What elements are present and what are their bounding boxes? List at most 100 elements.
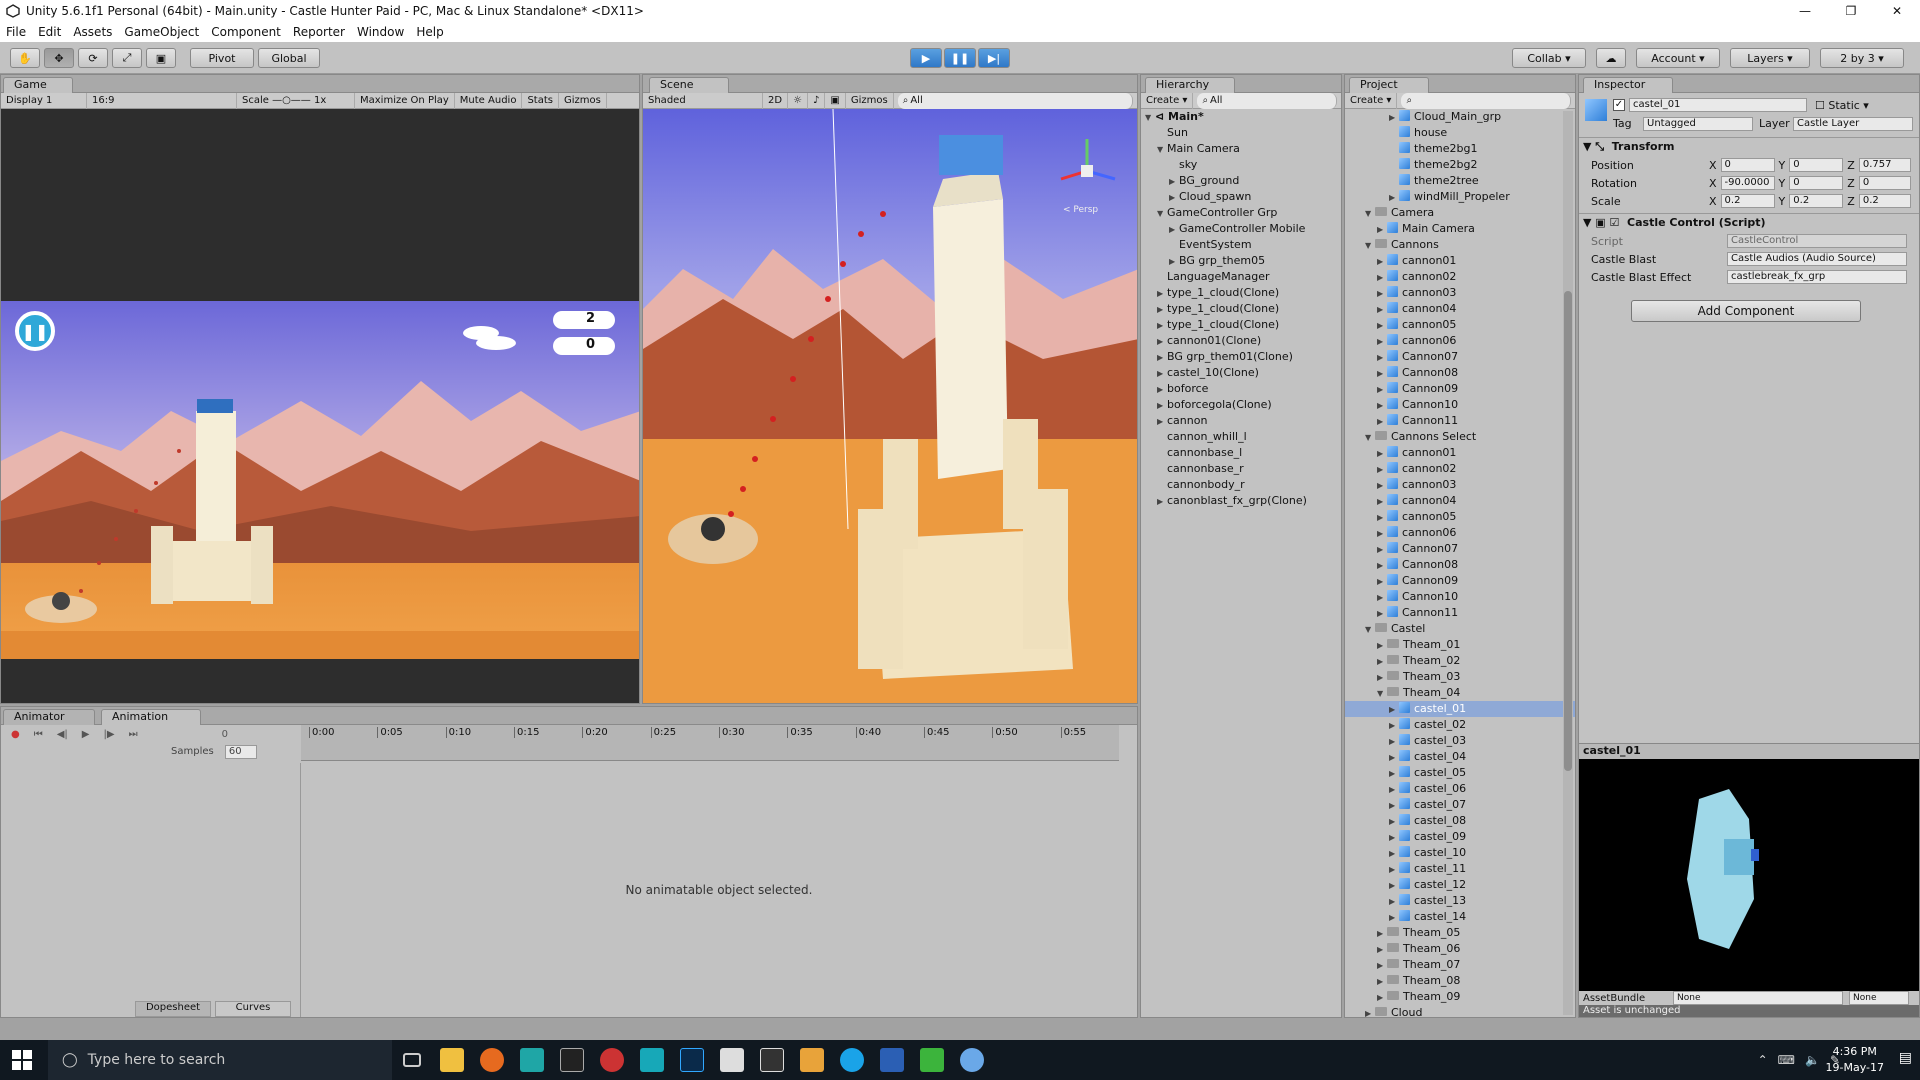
expand-arrow-icon[interactable]: ▼ bbox=[1365, 622, 1375, 638]
expand-arrow-icon[interactable]: ▼ bbox=[1157, 206, 1167, 222]
hierarchy-item[interactable]: EventSystem bbox=[1141, 237, 1341, 253]
taskbar-search-box[interactable]: ◯ Type here to search bbox=[48, 1040, 392, 1080]
layers-dropdown[interactable]: Layers ▾ bbox=[1730, 48, 1810, 68]
project-item[interactable]: ▶ Cannon10 bbox=[1345, 397, 1575, 413]
hierarchy-item[interactable]: ▶ BG_ground bbox=[1141, 173, 1341, 189]
expand-arrow-icon[interactable]: ▶ bbox=[1157, 414, 1167, 430]
expand-arrow-icon[interactable]: ▶ bbox=[1377, 574, 1387, 590]
expand-arrow-icon[interactable]: ▼ bbox=[1365, 238, 1375, 254]
expand-arrow-icon[interactable]: ▶ bbox=[1377, 926, 1387, 942]
scene-viewport[interactable] bbox=[643, 109, 1138, 704]
project-item[interactable]: ▶ castel_13 bbox=[1345, 893, 1575, 909]
hierarchy-item[interactable]: ▼ GameController Grp bbox=[1141, 205, 1341, 221]
restore-button[interactable]: ❐ bbox=[1828, 0, 1874, 22]
tab-hierarchy[interactable]: Hierarchy bbox=[1145, 77, 1235, 93]
media-player-icon[interactable] bbox=[792, 1040, 832, 1080]
minimize-button[interactable]: — bbox=[1782, 0, 1828, 22]
expand-arrow-icon[interactable]: ▶ bbox=[1377, 654, 1387, 670]
tab-animation[interactable]: Animation bbox=[101, 709, 201, 725]
active-checkbox[interactable]: ✓ bbox=[1613, 99, 1625, 111]
rotation-x-field[interactable]: -90.0000 bbox=[1720, 176, 1775, 190]
anim-play-icon[interactable]: ▶ bbox=[82, 729, 90, 740]
notifications-icon[interactable]: ▤ bbox=[1899, 1050, 1912, 1066]
expand-arrow-icon[interactable]: ▶ bbox=[1389, 862, 1399, 878]
project-item[interactable]: ▶ castel_10 bbox=[1345, 845, 1575, 861]
project-item[interactable]: ▶ cannon06 bbox=[1345, 525, 1575, 541]
menu-assets[interactable]: Assets bbox=[67, 25, 118, 39]
expand-arrow-icon[interactable]: ▶ bbox=[1169, 254, 1179, 270]
word-icon[interactable] bbox=[872, 1040, 912, 1080]
first-key-icon[interactable]: ⏮ bbox=[34, 729, 43, 740]
project-item[interactable]: ▶ Theam_09 bbox=[1345, 989, 1575, 1005]
layer-dropdown[interactable]: Castle Layer bbox=[1793, 117, 1913, 131]
hierarchy-item[interactable]: ▶ type_1_cloud(Clone) bbox=[1141, 301, 1341, 317]
hierarchy-create-button[interactable]: Create ▾ bbox=[1141, 92, 1194, 109]
hierarchy-item[interactable]: ▶ cannon bbox=[1141, 413, 1341, 429]
project-item[interactable]: ▶ castel_03 bbox=[1345, 733, 1575, 749]
expand-arrow-icon[interactable]: ▼ bbox=[1377, 686, 1387, 702]
expand-arrow-icon[interactable]: ▶ bbox=[1157, 334, 1167, 350]
tab-scene[interactable]: Scene bbox=[649, 77, 729, 93]
project-item[interactable]: ▶ castel_04 bbox=[1345, 749, 1575, 765]
menu-component[interactable]: Component bbox=[205, 25, 287, 39]
record-icon[interactable]: ● bbox=[11, 729, 20, 740]
project-item[interactable]: ▶ cannon05 bbox=[1345, 317, 1575, 333]
rotation-y-field[interactable]: 0 bbox=[1789, 176, 1844, 190]
expand-arrow-icon[interactable]: ▶ bbox=[1389, 766, 1399, 782]
taskbar-clock[interactable]: 4:36 PM 19-May-17 bbox=[1826, 1044, 1884, 1076]
hierarchy-search-input[interactable]: ⌕ All bbox=[1197, 92, 1337, 109]
hierarchy-item[interactable]: cannonbase_l bbox=[1141, 445, 1341, 461]
project-item[interactable]: ▶ Cannon09 bbox=[1345, 573, 1575, 589]
menu-edit[interactable]: Edit bbox=[32, 25, 67, 39]
project-item[interactable]: ▶ Cannon09 bbox=[1345, 381, 1575, 397]
project-item[interactable]: ▼ Cannons Select bbox=[1345, 429, 1575, 445]
position-x-field[interactable]: 0 bbox=[1720, 158, 1775, 172]
photoshop-icon[interactable] bbox=[672, 1040, 712, 1080]
expand-arrow-icon[interactable]: ▶ bbox=[1377, 270, 1387, 286]
project-item[interactable]: ▶ Cloud_Main_grp bbox=[1345, 109, 1575, 125]
expand-arrow-icon[interactable]: ▶ bbox=[1157, 494, 1167, 510]
app-red-icon[interactable] bbox=[592, 1040, 632, 1080]
scale-x-field[interactable]: 0.2 bbox=[1720, 194, 1775, 208]
expand-arrow-icon[interactable]: ▶ bbox=[1377, 670, 1387, 686]
step-button[interactable]: ▶| bbox=[978, 48, 1010, 68]
hierarchy-item[interactable]: ▶ boforcegola(Clone) bbox=[1141, 397, 1341, 413]
expand-arrow-icon[interactable]: ▼ bbox=[1365, 206, 1375, 222]
expand-arrow-icon[interactable]: ▶ bbox=[1157, 366, 1167, 382]
expand-arrow-icon[interactable]: ▶ bbox=[1377, 446, 1387, 462]
2d-toggle[interactable]: 2D bbox=[763, 92, 789, 109]
maximize-on-play-toggle[interactable]: Maximize On Play bbox=[355, 92, 455, 109]
project-item[interactable]: ▶ Cannon08 bbox=[1345, 557, 1575, 573]
tab-game[interactable]: Game bbox=[3, 77, 73, 93]
add-component-button[interactable]: Add Component bbox=[1631, 300, 1861, 322]
skype-icon[interactable] bbox=[832, 1040, 872, 1080]
project-item[interactable]: ▶ cannon02 bbox=[1345, 269, 1575, 285]
project-item[interactable]: ▶ cannon03 bbox=[1345, 477, 1575, 493]
expand-arrow-icon[interactable]: ▶ bbox=[1377, 494, 1387, 510]
effects-toggle-icon[interactable]: ▣ bbox=[825, 92, 846, 109]
expand-arrow-icon[interactable]: ▶ bbox=[1169, 174, 1179, 190]
rect-tool-icon[interactable]: ▣ bbox=[146, 48, 176, 68]
project-item[interactable]: ▶ cannon01 bbox=[1345, 253, 1575, 269]
project-item[interactable]: ▶ cannon01 bbox=[1345, 445, 1575, 461]
rotation-z-field[interactable]: 0 bbox=[1858, 176, 1911, 190]
expand-arrow-icon[interactable]: ▶ bbox=[1157, 318, 1167, 334]
tab-inspector[interactable]: Inspector bbox=[1583, 77, 1673, 93]
static-toggle[interactable]: ☐ Static ▾ bbox=[1815, 99, 1869, 112]
expand-arrow-icon[interactable]: ▶ bbox=[1389, 782, 1399, 798]
project-item[interactable]: theme2bg1 bbox=[1345, 141, 1575, 157]
project-scrollbar[interactable] bbox=[1563, 111, 1573, 1015]
game-viewport[interactable]: ❚❚ 2 0 bbox=[1, 109, 639, 703]
object-name-field[interactable]: castel_01 bbox=[1629, 98, 1807, 112]
game-gizmos-toggle[interactable]: Gizmos bbox=[559, 92, 607, 109]
position-y-field[interactable]: 0 bbox=[1789, 158, 1844, 172]
tag-dropdown[interactable]: Untagged bbox=[1643, 117, 1753, 131]
hand-tool-icon[interactable]: ✋ bbox=[10, 48, 40, 68]
project-item[interactable]: ▶ castel_05 bbox=[1345, 765, 1575, 781]
expand-arrow-icon[interactable]: ▶ bbox=[1377, 558, 1387, 574]
expand-arrow-icon[interactable]: ▼ bbox=[1157, 142, 1167, 158]
menu-gameobject[interactable]: GameObject bbox=[118, 25, 205, 39]
project-item[interactable]: ▶ castel_02 bbox=[1345, 717, 1575, 733]
expand-arrow-icon[interactable]: ▶ bbox=[1389, 846, 1399, 862]
castle-blast-effect-field[interactable]: castlebreak_fx_grp bbox=[1727, 270, 1907, 284]
